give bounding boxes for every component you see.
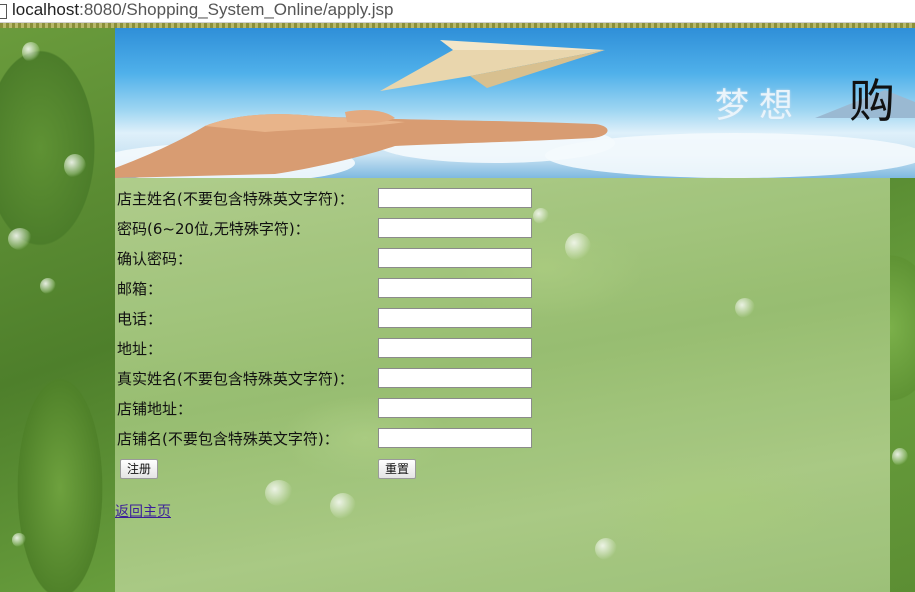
real-name-label: 真实姓名(不要包含特殊英文字符)： <box>117 370 354 388</box>
phone-label: 电话： <box>117 310 163 328</box>
shop-name-label: 店铺名(不要包含特殊英文字符)： <box>117 430 339 448</box>
shop-name-input[interactable] <box>378 428 532 448</box>
water-drop <box>565 233 591 261</box>
owner-name-input[interactable] <box>378 188 532 208</box>
address-label: 地址： <box>117 340 163 358</box>
reset-button[interactable]: 重置 <box>378 459 417 479</box>
water-drop <box>22 42 40 62</box>
phone-input[interactable] <box>378 308 532 328</box>
banner-slogan-light: 梦想 <box>715 86 803 126</box>
water-drop <box>330 493 356 519</box>
header-banner: 梦想 购 <box>115 28 915 178</box>
email-input[interactable] <box>378 278 532 298</box>
hand-icon <box>115 110 608 178</box>
water-drop <box>735 298 755 318</box>
water-drop <box>892 448 908 466</box>
page-icon <box>0 4 7 19</box>
confirm-password-label: 确认密码： <box>117 250 193 268</box>
water-drop <box>265 480 293 506</box>
owner-name-label: 店主姓名(不要包含特殊英文字符)： <box>117 190 354 208</box>
url-text[interactable]: localhost:8080/Shopping_System_Online/ap… <box>12 0 394 21</box>
banner-slogan-dark: 购 <box>849 74 895 128</box>
real-name-input[interactable] <box>378 368 532 388</box>
email-label: 邮箱： <box>117 280 163 298</box>
confirm-password-input[interactable] <box>378 248 532 268</box>
password-input[interactable] <box>378 218 532 238</box>
password-label: 密码(6~20位,无特殊字符)： <box>117 220 310 238</box>
water-drop <box>64 154 86 178</box>
water-drop <box>8 228 32 250</box>
address-input[interactable] <box>378 338 532 358</box>
water-drop <box>40 278 56 294</box>
back-to-home-link[interactable]: 返回主页 <box>115 501 171 521</box>
water-drop <box>533 208 549 224</box>
shop-address-label: 店铺地址： <box>117 400 193 418</box>
url-host: localhost <box>12 0 80 19</box>
paper-plane-icon <box>380 40 605 91</box>
water-drop <box>595 538 617 560</box>
address-bar[interactable]: localhost:8080/Shopping_System_Online/ap… <box>0 0 915 23</box>
register-button[interactable]: 注册 <box>120 459 159 479</box>
water-drop <box>12 533 26 547</box>
shop-address-input[interactable] <box>378 398 532 418</box>
url-path: :8080/Shopping_System_Online/apply.jsp <box>79 0 394 19</box>
